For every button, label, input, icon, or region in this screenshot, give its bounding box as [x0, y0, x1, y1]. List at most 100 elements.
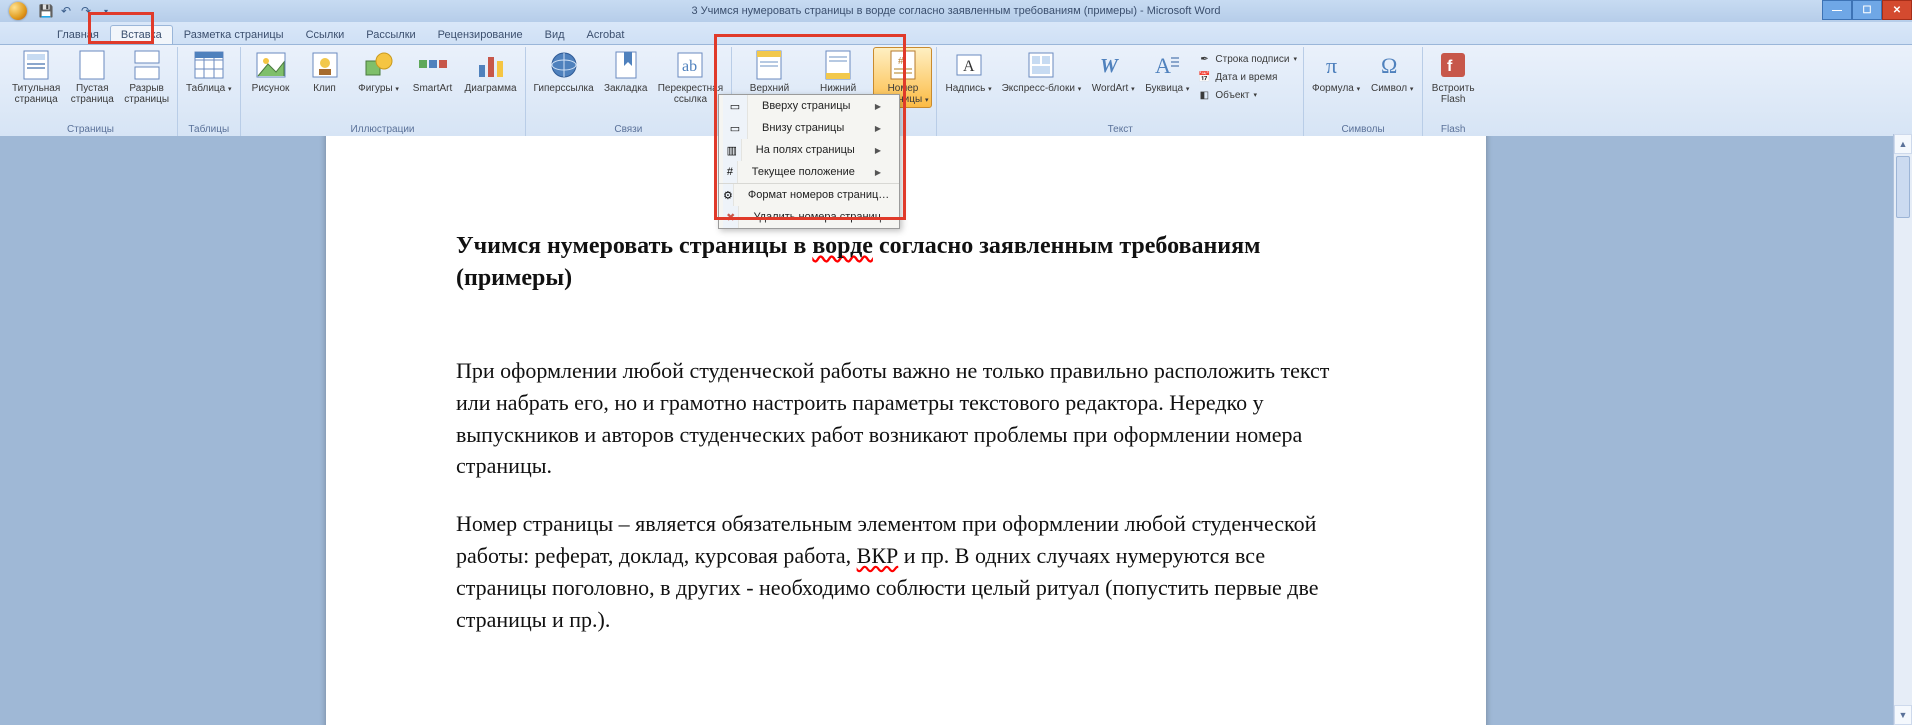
- wordart-label: WordArt: [1092, 83, 1129, 94]
- hyperlink-button[interactable]: Гиперссылка: [530, 47, 598, 96]
- smartart-button[interactable]: SmartArt: [407, 47, 459, 96]
- clip-button[interactable]: Клип: [299, 47, 351, 96]
- dd-current-label: Текущее положение: [746, 166, 855, 178]
- datetime-icon: 📅: [1197, 70, 1211, 84]
- dd-format-page-numbers[interactable]: ⚙ Формат номеров страниц…: [719, 184, 899, 206]
- document-heading: Учимся нумеровать страницы в ворде согла…: [456, 230, 1356, 295]
- scroll-up-button[interactable]: ▲: [1894, 134, 1912, 154]
- office-button[interactable]: [0, 0, 36, 22]
- qat-save-button[interactable]: 💾: [36, 1, 56, 21]
- datetime-label: Дата и время: [1215, 72, 1277, 83]
- scroll-thumb[interactable]: [1896, 156, 1910, 218]
- page-break-button[interactable]: Разрыв страницы: [120, 47, 173, 107]
- dd-top-of-page[interactable]: ▭ Вверху страницы ▶: [719, 95, 899, 117]
- page-break-label: Разрыв страницы: [124, 83, 169, 105]
- dd-page-margins[interactable]: ▥ На полях страницы ▶: [719, 139, 899, 161]
- chevron-down-icon: ▾: [1253, 91, 1257, 99]
- blank-page-label: Пустая страница: [71, 83, 114, 105]
- format-icon: ⚙: [723, 189, 733, 202]
- symbol-icon: Ω: [1376, 49, 1408, 81]
- close-button[interactable]: ✕: [1882, 0, 1912, 20]
- maximize-button[interactable]: ☐: [1852, 0, 1882, 20]
- blank-page-icon: [76, 49, 108, 81]
- submenu-arrow-icon: ▶: [875, 168, 881, 177]
- dd-current-position[interactable]: # Текущее положение ▶: [719, 161, 899, 184]
- flash-label: Встроить Flash: [1432, 83, 1475, 105]
- submenu-arrow-icon: ▶: [875, 124, 881, 133]
- tab-home[interactable]: Главная: [46, 25, 110, 44]
- blank-page-button[interactable]: Пустая страница: [66, 47, 118, 107]
- page-number-icon: #: [887, 49, 919, 81]
- chevron-down-icon: ▾: [1410, 86, 1414, 93]
- datetime-button[interactable]: 📅 Дата и время: [1195, 69, 1299, 85]
- tab-view[interactable]: Вид: [534, 25, 576, 44]
- title-bar: 💾 ↶ ↷ ▾ 3 Учимся нумеровать страницы в в…: [0, 0, 1912, 22]
- hyperlink-label: Гиперссылка: [534, 83, 594, 94]
- equation-label: Формула: [1312, 83, 1354, 94]
- dd-remove-page-numbers[interactable]: ✖ Удалить номера страниц: [719, 206, 899, 228]
- clip-label: Клип: [313, 83, 336, 94]
- object-button[interactable]: ◧ Объект ▾: [1195, 87, 1299, 103]
- tab-references[interactable]: Ссылки: [295, 25, 356, 44]
- dropcap-icon: A: [1151, 49, 1183, 81]
- window-title: 3 Учимся нумеровать страницы в ворде сог…: [691, 5, 1220, 17]
- shapes-button[interactable]: Фигуры ▾: [353, 47, 405, 97]
- wordart-button[interactable]: W WordArt ▾: [1087, 47, 1139, 97]
- chevron-down-icon: ▾: [988, 86, 992, 93]
- tab-mailings[interactable]: Рассылки: [355, 25, 426, 44]
- footer-icon: [822, 49, 854, 81]
- vertical-scrollbar[interactable]: ▲ ▼: [1893, 134, 1912, 725]
- group-symbols: π Формула ▾ Ω Символ ▾ Символы: [1304, 47, 1423, 137]
- equation-button[interactable]: π Формула ▾: [1308, 47, 1364, 97]
- dropcap-button[interactable]: A Буквица ▾: [1141, 47, 1193, 97]
- crossref-button[interactable]: ab Перекрестная ссылка: [654, 47, 727, 107]
- table-button[interactable]: Таблица ▾: [182, 47, 236, 97]
- dd-format-label: Формат номеров страниц…: [742, 189, 889, 201]
- quickparts-icon: [1025, 49, 1057, 81]
- table-icon: [193, 49, 225, 81]
- group-tables: Таблица ▾ Таблицы: [178, 47, 241, 137]
- embed-flash-button[interactable]: f Встроить Flash: [1427, 47, 1479, 107]
- dd-bottom-of-page[interactable]: ▭ Внизу страницы ▶: [719, 117, 899, 139]
- page-top-icon: ▭: [730, 100, 740, 113]
- chevron-down-icon: ▾: [1186, 86, 1190, 93]
- remove-icon: ✖: [726, 211, 735, 224]
- svg-text:A: A: [963, 58, 975, 75]
- scroll-track[interactable]: [1894, 154, 1912, 705]
- quickparts-button[interactable]: Экспресс-блоки ▾: [998, 47, 1086, 97]
- qat-customize-button[interactable]: ▾: [96, 1, 116, 21]
- cover-page-button[interactable]: Титульная страница: [8, 47, 64, 107]
- page-break-icon: [131, 49, 163, 81]
- tab-layout[interactable]: Разметка страницы: [173, 25, 295, 44]
- symbol-button[interactable]: Ω Символ ▾: [1366, 47, 1418, 97]
- group-tables-label: Таблицы: [182, 123, 236, 137]
- tab-insert[interactable]: Вставка: [110, 25, 173, 44]
- heading-part-a: Учимся нумеровать страницы в: [456, 233, 812, 259]
- qat-undo-button[interactable]: ↶: [56, 1, 76, 21]
- signature-label: Строка подписи: [1215, 54, 1289, 65]
- tab-acrobat[interactable]: Acrobat: [576, 25, 636, 44]
- document-paragraph-1: При оформлении любой студенческой работы…: [456, 355, 1356, 483]
- scroll-down-button[interactable]: ▼: [1894, 705, 1912, 725]
- qat-redo-button[interactable]: ↷: [76, 1, 96, 21]
- table-label: Таблица: [186, 83, 225, 94]
- textbox-button[interactable]: A Надпись ▾: [941, 47, 995, 97]
- page-number-dropdown: ▭ Вверху страницы ▶ ▭ Внизу страницы ▶ ▥…: [718, 94, 900, 229]
- group-text: A Надпись ▾ Экспресс-блоки ▾ W WordArt ▾…: [937, 47, 1304, 137]
- signature-line-button[interactable]: ✒ Строка подписи ▾: [1195, 51, 1299, 67]
- p2-underlined-word: ВКР: [857, 543, 899, 568]
- chart-button[interactable]: Диаграмма: [461, 47, 521, 96]
- document-area: Учимся нумеровать страницы в ворде согла…: [0, 136, 1912, 725]
- tab-review[interactable]: Рецензирование: [427, 25, 534, 44]
- group-illustrations: Рисунок Клип Фигуры ▾ SmartArt Диаграмма…: [241, 47, 526, 137]
- save-icon: 💾: [39, 4, 54, 18]
- bookmark-button[interactable]: Закладка: [600, 47, 652, 96]
- quickparts-label: Экспресс-блоки: [1002, 83, 1075, 94]
- picture-button[interactable]: Рисунок: [245, 47, 297, 96]
- bookmark-icon: [610, 49, 642, 81]
- document-page[interactable]: Учимся нумеровать страницы в ворде согла…: [326, 136, 1486, 725]
- group-symbols-label: Символы: [1308, 123, 1418, 137]
- group-text-label: Текст: [941, 123, 1299, 137]
- signature-icon: ✒: [1197, 52, 1211, 66]
- minimize-button[interactable]: —: [1822, 0, 1852, 20]
